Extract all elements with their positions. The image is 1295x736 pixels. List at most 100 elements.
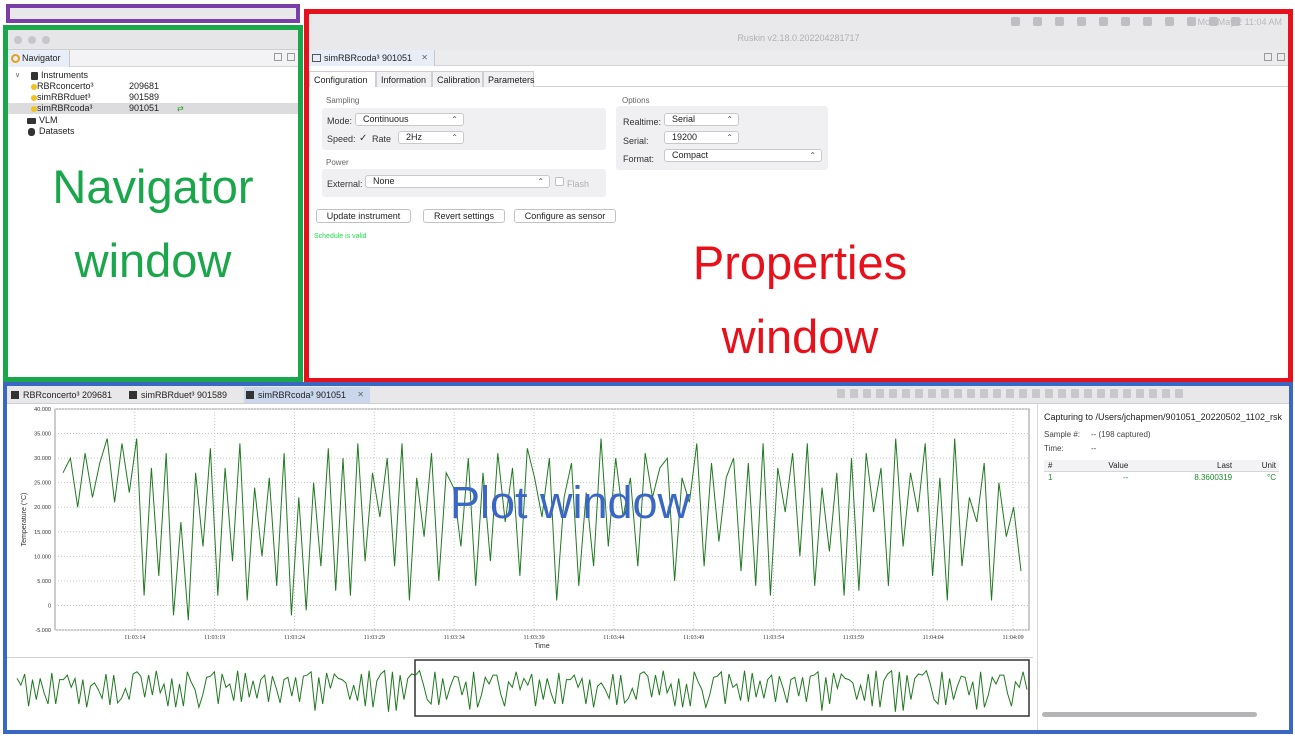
mode-select[interactable]: Continuous ⌃ (355, 113, 464, 126)
tab-plot-label: RBRconcerto³ 209681 (23, 390, 113, 400)
plot-tabbar: RBRconcerto³ 209681 simRBRduet³ 901589 s… (7, 386, 1289, 404)
toolbar-icon[interactable] (1136, 389, 1144, 398)
toolbar-icon[interactable] (1045, 389, 1053, 398)
minimize-view-icon[interactable] (1264, 53, 1272, 61)
instrument-icon (11, 391, 19, 399)
minimize-view-icon[interactable] (274, 53, 282, 61)
overview-chart[interactable] (7, 657, 1033, 719)
external-select[interactable]: None ⌃ (365, 175, 550, 188)
ruskin-screenshot: { "app": { "title": "Ruskin v2.18.0.2022… (0, 0, 1295, 736)
flash-checkbox[interactable] (555, 177, 564, 186)
close-tab-icon[interactable]: ✕ (421, 50, 428, 66)
tree-item-instrument-selected[interactable]: simRBRcoda³ 901051 ⇄ (8, 103, 298, 114)
battery-icon[interactable] (1099, 17, 1108, 26)
wifi-icon[interactable] (1165, 17, 1174, 26)
close-tab-icon[interactable]: ✕ (357, 387, 364, 403)
sample-label: Sample #: (1044, 430, 1081, 439)
y-tick-label: 30.000 (34, 456, 51, 462)
status-icon[interactable] (1033, 17, 1042, 26)
updown-icon: ⌃ (726, 115, 733, 124)
maximize-view-icon[interactable] (1277, 53, 1285, 61)
vlm-icon (27, 118, 36, 124)
channel-stats-table: # Value Last Unit 1 -- 8.3600319 °C (1044, 460, 1279, 483)
rate-checkbox[interactable]: ✓ (359, 133, 367, 144)
column-header[interactable]: # (1044, 460, 1074, 472)
clock-icon[interactable] (1187, 17, 1196, 26)
toolbar-icon[interactable] (1097, 389, 1105, 398)
toolbar-icon[interactable] (1006, 389, 1014, 398)
toolbar-icon[interactable] (980, 389, 988, 398)
tab-properties[interactable]: simRBRcoda³ 901051 ✕ (309, 50, 435, 66)
app-title: Ruskin v2.18.0.202204281717 (737, 33, 860, 43)
toolbar-icon[interactable] (837, 389, 845, 398)
tab-plot-instrument[interactable]: simRBRduet³ 901589 (127, 387, 240, 403)
update-instrument-button[interactable]: Update instrument (316, 209, 411, 223)
revert-settings-button[interactable]: Revert settings (423, 209, 505, 223)
tree-item-instrument[interactable]: RBRconcerto³ 209681 (8, 81, 298, 92)
toolbar-icon[interactable] (1162, 389, 1170, 398)
toolbar-icon[interactable] (1175, 389, 1183, 398)
table-row[interactable]: 1 -- 8.3600319 °C (1044, 471, 1279, 483)
toolbar-icon[interactable] (863, 389, 871, 398)
tab-calibration[interactable]: Calibration (432, 71, 483, 87)
tab-navigator[interactable]: Navigator (8, 50, 70, 67)
toolbar-icon[interactable] (1123, 389, 1131, 398)
sync-icon[interactable]: ⇄ (177, 103, 184, 114)
horizontal-scrollbar[interactable] (1042, 712, 1257, 717)
instrument-serial: 209681 (129, 81, 160, 91)
display-icon[interactable] (1143, 17, 1152, 26)
toolbar-icon[interactable] (1019, 389, 1027, 398)
instrument-icon (129, 391, 137, 399)
status-icon[interactable] (1055, 17, 1064, 26)
close-window-icon[interactable] (14, 36, 22, 44)
toolbar-icon[interactable] (876, 389, 884, 398)
toolbar-icon[interactable] (954, 389, 962, 398)
column-header[interactable]: Last (1131, 460, 1236, 472)
tab-plot-instrument-active[interactable]: simRBRcoda³ 901051 ✕ (244, 387, 370, 403)
toolbar-icon[interactable] (928, 389, 936, 398)
realtime-select[interactable]: Serial ⌃ (664, 113, 739, 126)
external-label: External: (327, 179, 363, 189)
toolbar-icon[interactable] (1032, 389, 1040, 398)
toolbar-icon[interactable] (1058, 389, 1066, 398)
toolbar-icon[interactable] (967, 389, 975, 398)
configure-sensor-button[interactable]: Configure as sensor (514, 209, 616, 223)
toolbar-icon[interactable] (915, 389, 923, 398)
x-tick-label: 11:03:19 (204, 635, 225, 641)
tab-plot-instrument[interactable]: RBRconcerto³ 209681 (9, 387, 122, 403)
status-icon[interactable] (1077, 17, 1086, 26)
tree-node-instruments[interactable]: ∨ Instruments (8, 70, 298, 81)
serial-select[interactable]: 19200 ⌃ (664, 131, 739, 144)
zoom-window-icon[interactable] (42, 36, 50, 44)
instrument-name: RBRconcerto³ (37, 81, 94, 91)
toolbar-icon[interactable] (1149, 389, 1157, 398)
toolbar-icon[interactable] (902, 389, 910, 398)
toolbar-icon[interactable] (1084, 389, 1092, 398)
toolbar-icon[interactable] (1110, 389, 1118, 398)
toolbar-icon[interactable] (889, 389, 897, 398)
menu-clock[interactable]: Mon May 2 11:04 AM (1198, 17, 1282, 27)
minimize-window-icon[interactable] (28, 36, 36, 44)
bluetooth-icon[interactable] (1121, 17, 1130, 26)
maximize-view-icon[interactable] (287, 53, 295, 61)
format-select[interactable]: Compact ⌃ (664, 149, 822, 162)
plot-annotation: Plot window (449, 477, 691, 528)
tree-item-instrument[interactable]: simRBRduet³ 901589 (8, 92, 298, 103)
toolbar-icon[interactable] (1071, 389, 1079, 398)
toolbar-icon[interactable] (993, 389, 1001, 398)
tree-node-vlm[interactable]: VLM (8, 115, 298, 126)
toolbar-icon[interactable] (850, 389, 858, 398)
tree-node-datasets[interactable]: Datasets (8, 126, 298, 137)
column-header[interactable]: Value (1073, 460, 1132, 472)
tab-information[interactable]: Information (376, 71, 432, 87)
tab-configuration[interactable]: Configuration (309, 71, 376, 87)
time-value: -- (1091, 444, 1097, 453)
rate-select[interactable]: 2Hz ⌃ (398, 131, 464, 144)
column-header[interactable]: Unit (1235, 460, 1279, 472)
toolbar-icon[interactable] (941, 389, 949, 398)
schedule-status: Schedule is valid (314, 233, 367, 240)
x-tick-label: 11:03:14 (124, 635, 145, 641)
tab-parameters[interactable]: Parameters (483, 71, 535, 87)
chevron-down-icon[interactable]: ∨ (15, 70, 20, 81)
dropbox-icon[interactable] (1011, 17, 1020, 26)
